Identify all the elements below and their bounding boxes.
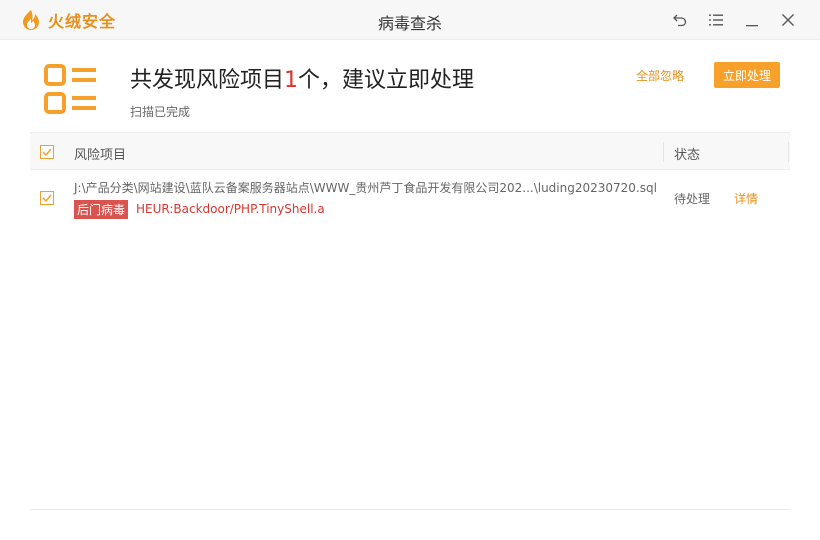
table-header: 风险项目 状态 (30, 132, 790, 170)
scan-result-headline: 共发现风险项目1个，建议立即处理 (130, 62, 474, 94)
threat-type-badge: 后门病毒 (74, 200, 129, 219)
risk-list-icon (44, 64, 98, 118)
column-risk-item: 风险项目 (74, 148, 127, 163)
checkmark-icon (42, 148, 52, 156)
minimize-button[interactable] (734, 8, 770, 32)
close-button[interactable] (770, 8, 806, 32)
scan-status-text: 扫描已完成 (130, 105, 191, 119)
row-status: 待处理 (674, 192, 711, 206)
back-button[interactable] (662, 8, 698, 32)
close-icon (782, 14, 794, 26)
table-row: J:\产品分类\网站建设\蓝队云备案服务器站点\WWW_贵州芦丁食品开发有限公司… (30, 171, 790, 229)
column-divider[interactable] (788, 142, 789, 162)
file-path: J:\产品分类\网站建设\蓝队云备案服务器站点\WWW_贵州芦丁食品开发有限公司… (74, 181, 657, 195)
column-status: 状态 (674, 148, 701, 163)
window-controls (662, 8, 806, 32)
select-all-checkbox[interactable] (40, 145, 54, 159)
headline-suffix: 个，建议立即处理 (298, 68, 475, 93)
row-checkbox[interactable] (40, 191, 54, 205)
headline-prefix: 共发现风险项目 (130, 68, 285, 93)
title-bar: 火绒安全 病毒查杀 (0, 0, 820, 40)
virus-name: HEUR:Backdoor/PHP.TinyShell.a (136, 202, 325, 216)
column-divider[interactable] (663, 142, 664, 162)
risk-count: 1 (284, 68, 299, 93)
ignore-all-link[interactable]: 全部忽略 (636, 67, 684, 84)
footer-divider (30, 509, 790, 510)
menu-lines-icon (709, 14, 723, 26)
menu-button[interactable] (698, 8, 734, 32)
checkmark-icon (42, 194, 52, 202)
undo-arrow-icon (673, 14, 687, 27)
details-link[interactable]: 详情 (734, 190, 758, 207)
minimize-icon (746, 25, 758, 27)
process-now-button[interactable]: 立即处理 (714, 62, 780, 88)
